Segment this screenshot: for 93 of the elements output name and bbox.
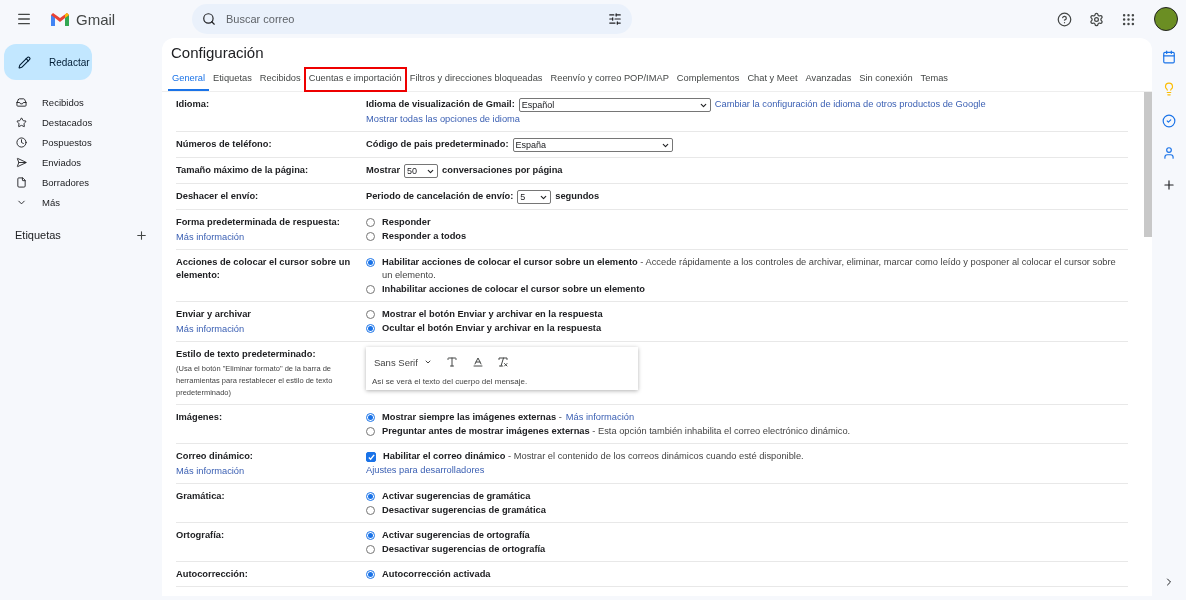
page-title: Configuración — [171, 44, 265, 61]
link[interactable]: Más información — [176, 465, 358, 478]
setting-name: Acciones de colocar el cursor sobre un elemento: — [176, 256, 352, 282]
option-text: Desactivar sugerencias de gramática — [382, 504, 546, 517]
dropdown[interactable]: 50 — [404, 164, 439, 178]
dropdown[interactable]: Español — [518, 98, 711, 112]
nav-item[interactable]: Borradores — [4, 172, 154, 192]
inbox-icon — [16, 96, 27, 108]
pencil-icon — [18, 55, 31, 69]
link[interactable]: Cambiar la configuración de idioma de otros productos de Google — [714, 98, 986, 111]
tab[interactable]: Sin conexión — [855, 68, 917, 91]
tasks-icon[interactable] — [1162, 114, 1176, 128]
setting-label: conversaciones por página — [442, 164, 563, 177]
option-text: Ocultar el botón Enviar y archivar en la respuesta — [382, 322, 602, 335]
contacts-icon[interactable] — [1162, 146, 1176, 160]
clock-icon — [16, 136, 27, 148]
setting-name: Idioma: — [176, 98, 211, 111]
link[interactable]: Mostrar todas las opciones de idioma — [366, 113, 520, 126]
setting-label: Código de pais predeterminado: — [366, 138, 509, 151]
tab[interactable]: Reenvío y correo POP/IMAP — [546, 68, 673, 91]
option-text: Mostrar el botón Enviar y archivar en la respuesta — [382, 308, 603, 321]
setting-label: Mostrar — [366, 164, 401, 177]
setting-name: Imágenes: — [176, 411, 223, 424]
option-text: Preguntar antes de mostrar imágenes externas - Esta opción también inhabilita el correo electrónico dinámico. — [382, 425, 851, 438]
caret-icon — [423, 358, 432, 366]
avatar[interactable] — [1154, 7, 1178, 31]
nav-item[interactable]: Destacados — [4, 112, 154, 132]
tab[interactable]: Etiquetas — [209, 68, 256, 91]
option-text: Habilitar el correo dinámico - Mostrar el contenido de los correos dinámicos cuando esté disponible. — [383, 450, 804, 463]
radio-button[interactable] — [366, 258, 375, 267]
mail-logo-icon — [50, 11, 70, 27]
option-text: Activar sugerencias de gramática — [382, 490, 531, 503]
dropdown[interactable]: 5 — [517, 190, 552, 204]
radio-button[interactable] — [366, 531, 375, 540]
tab[interactable]: Complementos — [672, 68, 744, 91]
setting-label: segundos — [555, 190, 600, 203]
compose-button[interactable]: Redactar — [4, 44, 92, 80]
option-text: Desactivar sugerencias de ortografía — [382, 543, 546, 556]
link[interactable]: Más información — [176, 231, 358, 244]
radio-button[interactable] — [366, 570, 375, 579]
radio-button[interactable] — [366, 324, 375, 333]
add-icon[interactable] — [1162, 178, 1176, 192]
option-text: Responder a todos — [382, 230, 467, 243]
add-icon[interactable] — [134, 228, 148, 242]
tab[interactable]: Filtros y direcciones bloqueadas — [405, 68, 547, 91]
setting-name: Correo dinámico: — [176, 450, 254, 463]
document-icon — [16, 176, 27, 188]
tab[interactable]: Chat y Meet — [743, 68, 802, 91]
search-bar[interactable]: Buscar correo — [192, 4, 632, 34]
setting-name: Estilo de texto predeterminado: — [176, 348, 317, 361]
scrollbar[interactable] — [1144, 92, 1152, 237]
checkbox[interactable] — [366, 452, 376, 462]
send-icon — [16, 156, 27, 168]
option-text: Responder — [382, 216, 431, 229]
font-dropdown[interactable]: Sans Serif — [372, 356, 436, 368]
option-text: Inhabilitar acciones de colocar el cursor sobre un elemento — [382, 283, 645, 296]
sample-text: Así se verá el texto del cuerpo del mensaje. — [372, 377, 529, 386]
link[interactable]: Más información — [565, 411, 635, 424]
nav-item[interactable]: Enviados — [4, 152, 154, 172]
star-icon — [16, 116, 27, 128]
tab[interactable]: Temas — [916, 68, 952, 91]
search-icon[interactable] — [202, 12, 216, 26]
nav-item[interactable]: Pospuestos — [4, 132, 154, 152]
brand-name: Gmail — [76, 10, 116, 28]
setting-name: Forma predeterminada de respuesta: — [176, 216, 341, 229]
radio-button[interactable] — [366, 413, 375, 422]
search-field[interactable]: Buscar correo — [224, 12, 600, 26]
setting-name: Autocorrección: — [176, 568, 249, 581]
setting-name: Números de teléfono: — [176, 138, 273, 151]
option-text: Habilitar acciones de colocar el cursor sobre un elemento - Accede rápidamente a los controles de archivar, eliminar, marcar como leído y posponer al colocar el cursor sobre un elemento. — [382, 256, 1117, 282]
setting-label: Periodo de cancelación de envío: — [366, 190, 514, 203]
setting-name: Ortografía: — [176, 529, 226, 542]
dropdown[interactable]: España — [512, 138, 673, 152]
setting-name: Tamaño máximo de la página: — [176, 164, 310, 177]
tab[interactable]: Avanzadas — [801, 68, 856, 91]
filter-icon[interactable] — [608, 12, 622, 26]
setting-name: Enviar y archivar — [176, 308, 252, 321]
tab[interactable]: General — [168, 68, 210, 91]
option-text: Activar sugerencias de ortografía — [382, 529, 530, 542]
tab[interactable]: Cuentas e importación — [304, 68, 406, 91]
link[interactable]: Más información — [176, 323, 358, 336]
nav-item[interactable]: Recibidos — [4, 92, 154, 112]
option-text: Autocorrección activada — [382, 568, 491, 581]
calendar-icon[interactable] — [1162, 50, 1176, 64]
tab[interactable]: Recibidos — [255, 68, 305, 91]
labels-heading: Etiquetas — [15, 229, 61, 241]
setting-name: Deshacer el envío: — [176, 190, 260, 203]
radio-button[interactable] — [366, 492, 375, 501]
option-text: Mostrar siempre las imágenes externas - — [382, 411, 562, 424]
link[interactable]: Ajustes para desarrolladores — [366, 464, 485, 477]
setting-label: Idioma de visualización de Gmail: — [366, 98, 515, 111]
setting-name: Gramática: — [176, 490, 226, 503]
nav-item[interactable]: Más — [4, 192, 154, 212]
